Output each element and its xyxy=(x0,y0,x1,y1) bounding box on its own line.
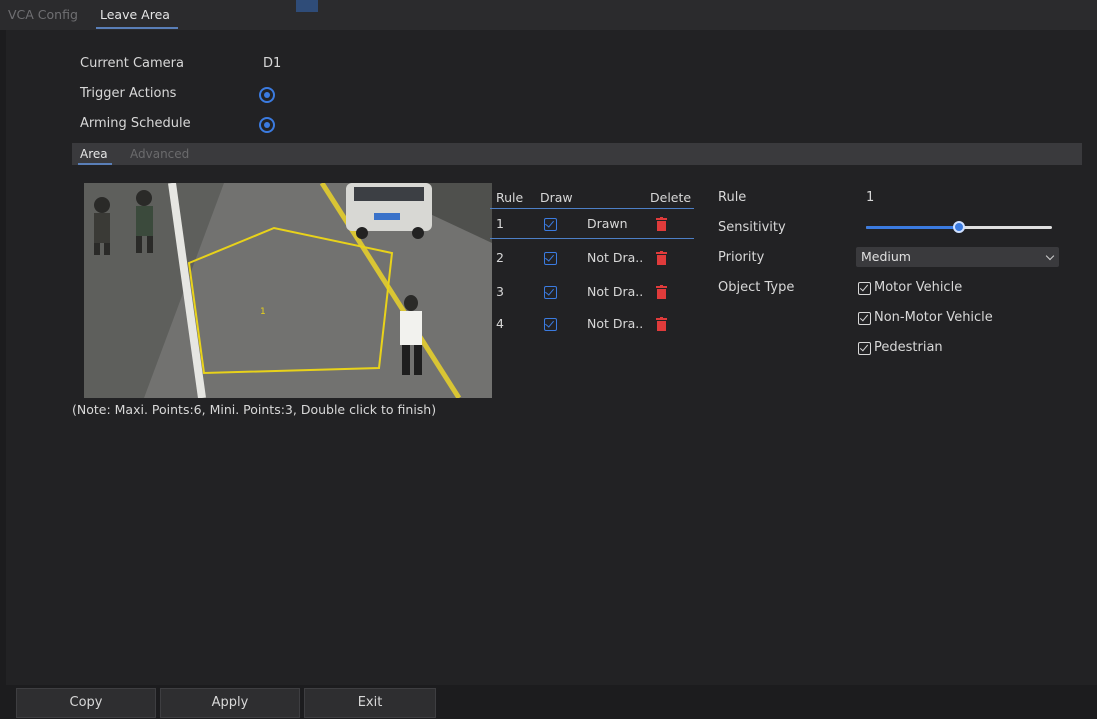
top-highlight xyxy=(296,0,318,12)
drawing-note: (Note: Maxi. Points:6, Mini. Points:3, D… xyxy=(72,402,437,417)
sub-tab-bar: Area Advanced xyxy=(72,143,1082,165)
priority-select[interactable]: Medium xyxy=(856,247,1059,267)
parked-car xyxy=(346,183,432,239)
priority-label: Priority xyxy=(718,250,765,265)
selected-row-underline xyxy=(490,238,694,239)
trash-icon[interactable] xyxy=(656,317,667,331)
gear-icon[interactable] xyxy=(259,117,275,133)
draw-checkbox-icon[interactable] xyxy=(544,218,557,231)
tab-leave-area[interactable]: Leave Area xyxy=(96,0,178,29)
current-camera-value: D1 xyxy=(263,56,282,71)
col-header-delete: Delete xyxy=(650,190,692,205)
tab-area[interactable]: Area xyxy=(78,143,112,165)
draw-status: Not Dra.. xyxy=(587,250,644,265)
apply-button[interactable]: Apply xyxy=(160,688,300,718)
tab-advanced[interactable]: Advanced xyxy=(130,143,189,165)
object-type-label: Object Type xyxy=(718,280,795,295)
priority-selected-value: Medium xyxy=(861,249,911,264)
draw-checkbox-icon[interactable] xyxy=(544,318,557,331)
exit-button-label: Exit xyxy=(357,695,383,710)
motor-vehicle-label: Motor Vehicle xyxy=(874,280,963,295)
rule-value: 1 xyxy=(866,190,875,205)
motor-vehicle-checkbox[interactable] xyxy=(858,282,871,295)
table-header-divider xyxy=(490,208,694,209)
pedestrian-label: Pedestrian xyxy=(874,340,943,355)
draw-status: Not Dra.. xyxy=(587,284,644,299)
tab-vca-config[interactable]: VCA Config xyxy=(8,0,78,28)
draw-status: Not Dra.. xyxy=(587,316,644,331)
trigger-actions-label: Trigger Actions xyxy=(80,86,177,101)
apply-button-label: Apply xyxy=(211,695,249,710)
video-scene: 1 xyxy=(84,183,492,398)
copy-button-label: Copy xyxy=(69,695,103,710)
sensitivity-slider-handle[interactable] xyxy=(953,221,965,233)
draw-status: Drawn xyxy=(587,216,628,231)
trash-icon[interactable] xyxy=(656,251,667,265)
copy-button[interactable]: Copy xyxy=(16,688,156,718)
trash-icon[interactable] xyxy=(656,217,667,231)
pedestrian-checkbox[interactable] xyxy=(858,342,871,355)
col-header-draw: Draw xyxy=(540,190,573,205)
rule-number: 2 xyxy=(496,250,504,265)
draw-checkbox-icon[interactable] xyxy=(544,286,557,299)
rule-label: Rule xyxy=(718,190,747,205)
rule-number: 1 xyxy=(496,216,504,231)
col-header-rule: Rule xyxy=(496,190,524,205)
draw-checkbox-icon[interactable] xyxy=(544,252,557,265)
trash-icon[interactable] xyxy=(656,285,667,299)
top-tab-bar: VCA Config Leave Area xyxy=(0,0,1097,30)
non-motor-vehicle-label: Non-Motor Vehicle xyxy=(874,310,993,325)
arming-schedule-label: Arming Schedule xyxy=(80,116,191,131)
rule-number: 4 xyxy=(496,316,504,331)
non-motor-vehicle-checkbox[interactable] xyxy=(858,312,871,325)
video-preview[interactable]: 1 xyxy=(84,183,492,398)
gear-icon[interactable] xyxy=(259,87,275,103)
sensitivity-slider-fill xyxy=(866,226,959,229)
svg-text:1: 1 xyxy=(260,307,266,317)
current-camera-label: Current Camera xyxy=(80,56,184,71)
sensitivity-label: Sensitivity xyxy=(718,220,786,235)
chevron-down-icon xyxy=(1045,251,1055,261)
rule-number: 3 xyxy=(496,284,504,299)
exit-button[interactable]: Exit xyxy=(304,688,436,718)
